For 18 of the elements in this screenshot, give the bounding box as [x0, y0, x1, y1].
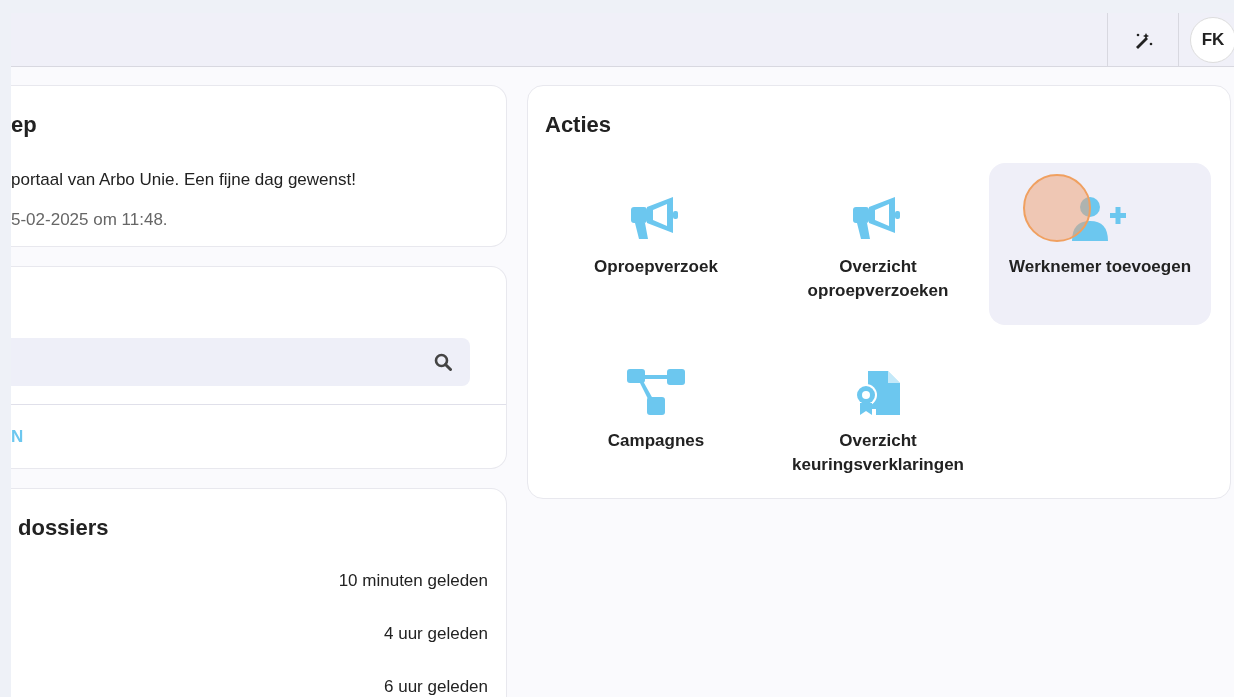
dossier-time: 4 uur geleden	[384, 624, 488, 644]
user-avatar[interactable]: FK	[1190, 16, 1234, 63]
action-tile[interactable]: Overzicht keuringsverklaringen	[767, 337, 989, 499]
search-field[interactable]	[11, 338, 470, 386]
action-tile[interactable]: Werknemer toevoegen	[989, 163, 1211, 325]
card-title: ep	[11, 111, 38, 139]
card-title: dossiers	[18, 514, 110, 542]
welcome-message: portaal van Arbo Unie. Een fijne dag gewenst!	[11, 169, 357, 191]
action-tile[interactable]: Campagnes	[545, 337, 767, 499]
dossier-time: 6 uur geleden	[384, 677, 488, 697]
dossier-time: 10 minuten geleden	[338, 571, 488, 591]
action-tile[interactable]: Overzicht oproepverzoeken	[767, 163, 989, 325]
certificate-icon	[854, 369, 902, 417]
flow-chart-icon	[627, 369, 685, 417]
card-title: Acties	[545, 111, 613, 139]
action-tile[interactable]: Oproepverzoek	[545, 163, 767, 325]
last-login-text: 5-02-2025 om 11:48.	[11, 208, 169, 231]
search-icon	[434, 353, 452, 371]
